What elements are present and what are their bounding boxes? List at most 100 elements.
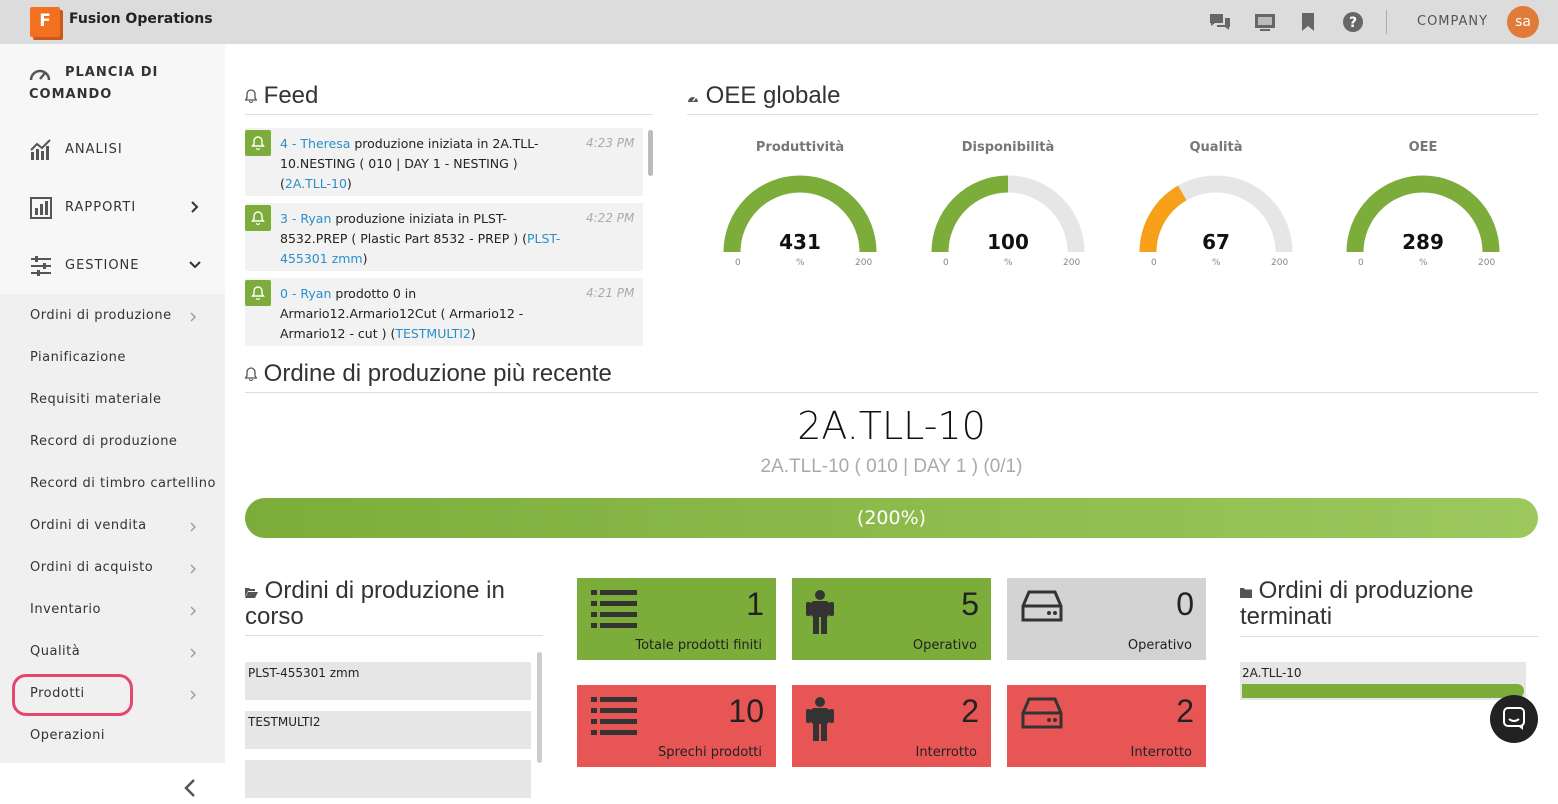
feed-time: 4:22 PM [586, 211, 635, 225]
finished-heading: Ordini di produzione terminati [1240, 578, 1540, 630]
stat-tile[interactable]: 0 Operativo [1007, 578, 1206, 660]
sidebar-item-label: PLANCIA DI COMANDO [29, 65, 159, 102]
sidebar-subitem-label: Ordini di vendita [30, 518, 147, 533]
sidebar-subitem[interactable]: Record di timbro cartellino [0, 466, 225, 502]
stat-tile-value: 5 [961, 586, 979, 622]
chevron-right-icon [190, 564, 196, 574]
svg-text:?: ? [1349, 15, 1357, 31]
sidebar-item-dashboard[interactable]: PLANCIA DI COMANDO [0, 44, 225, 114]
gauge-min: 0 [735, 258, 741, 268]
gauge-value: 431 [779, 230, 821, 254]
gauge-unit: % [796, 258, 805, 268]
recent-order-heading: Ordine di produzione più recente [244, 360, 612, 388]
feed-user-link[interactable]: 0 - Ryan [280, 286, 331, 301]
sidebar-subitem-label: Ordini di produzione [30, 308, 172, 323]
sidebar-subitem-label: Operazioni [30, 728, 106, 743]
divider [245, 392, 1538, 393]
gauge-min: 0 [1151, 258, 1157, 268]
sidebar-subitem[interactable]: Pianificazione [0, 340, 225, 376]
display-icon[interactable] [1254, 11, 1276, 33]
sidebar-item-label: ANALISI [65, 142, 123, 157]
sidebar-subitem[interactable]: Qualità [0, 634, 225, 670]
sidebar-subitem[interactable]: Record di produzione [0, 424, 225, 460]
chat-icon[interactable] [1209, 11, 1231, 33]
divider [245, 635, 543, 636]
stat-tile[interactable]: 5 Operativo [792, 578, 991, 660]
highlight-annotation [12, 674, 133, 716]
chevron-left-icon [184, 779, 195, 797]
sidebar-subitem-label: Requisiti materiale [30, 392, 162, 407]
top-bar: F Fusion Operations ? COMPANY sa [0, 0, 1558, 44]
feed-order-link[interactable]: TESTMULTI2 [395, 326, 471, 341]
gauge-label: Qualità [1189, 140, 1243, 155]
bookmark-icon[interactable] [1297, 11, 1319, 33]
chevron-right-icon [190, 648, 196, 658]
stat-tile-label: Interrotto [915, 745, 977, 760]
stat-tile[interactable]: 2 Interrotto [792, 685, 991, 767]
folder-icon [1240, 588, 1252, 598]
sidebar-subitem[interactable]: Ordini di acquisto [0, 550, 225, 586]
chat-launcher-button[interactable] [1490, 695, 1538, 743]
recent-order-number[interactable]: 2A.TLL-10 [245, 404, 1538, 448]
stat-tile[interactable]: 2 Interrotto [1007, 685, 1206, 767]
feed-item-text: 0 - Ryan prodotto 0 in Armario12.Armario… [280, 284, 570, 344]
feed-order-link[interactable]: 2A.TLL-10 [285, 176, 347, 191]
progress-label: (200%) [856, 507, 927, 529]
gauge-max: 200 [1063, 258, 1081, 268]
report-icon [30, 197, 52, 219]
gauge-value: 289 [1402, 230, 1444, 254]
feed-time: 4:21 PM [586, 286, 635, 300]
help-icon[interactable]: ? [1342, 11, 1364, 33]
stat-tile-label: Sprechi prodotti [658, 745, 762, 760]
sidebar-item-gestione[interactable]: GESTIONE [0, 246, 225, 286]
feed-user-link[interactable]: 4 - Theresa [280, 136, 350, 151]
feed-scrollbar[interactable] [648, 130, 653, 176]
feed-text: ) [346, 176, 352, 191]
sidebar-subitem[interactable]: Requisiti materiale [0, 382, 225, 418]
stat-tile-value: 2 [961, 693, 979, 729]
bell-icon [244, 367, 258, 381]
feed-time: 4:23 PM [586, 136, 635, 150]
bell-icon [245, 280, 271, 306]
feed-item: 4 - Theresa produzione iniziata in 2A.TL… [245, 128, 643, 196]
in-progress-order-label: PLST-455301 zmm [248, 666, 360, 680]
user-avatar[interactable]: sa [1507, 6, 1539, 38]
collapse-sidebar-button[interactable] [180, 776, 200, 800]
feed-item-text: 4 - Theresa produzione iniziata in 2A.TL… [280, 134, 570, 194]
stat-tile-label: Interrotto [1130, 745, 1192, 760]
stat-tile[interactable]: 1 Totale prodotti finiti [577, 578, 776, 660]
oee-title: OEE globale [705, 82, 841, 109]
finished-title: Ordini di produzione terminati [1240, 577, 1474, 630]
in-progress-title: Ordini di produzione in corso [245, 577, 505, 630]
chevron-right-icon [190, 690, 196, 700]
gauge-label: OEE [1408, 140, 1438, 155]
sidebar-subitem[interactable]: Ordini di produzione [0, 298, 225, 334]
stat-tile-label: Operativo [1127, 638, 1192, 653]
sidebar-subitem-label: Record di timbro cartellino [30, 476, 216, 491]
company-menu[interactable]: COMPANY [1417, 14, 1488, 29]
finished-order-progress [1242, 684, 1524, 698]
sidebar-item-rapporti[interactable]: RAPPORTI [0, 188, 225, 228]
sidebar-item-analisi[interactable]: ANALISI [0, 130, 225, 170]
oee-gauge: Qualità 67 0% 200 [1126, 140, 1306, 280]
app-logo[interactable]: F [30, 7, 60, 37]
sidebar-subitem-label: Record di produzione [30, 434, 178, 449]
gauge-unit: % [1419, 258, 1428, 268]
sidebar-subitem[interactable]: Operazioni [0, 718, 225, 754]
in-progress-scrollbar[interactable] [537, 652, 542, 763]
stat-tile[interactable]: 10 Sprechi prodotti [577, 685, 776, 767]
feed-user-link[interactable]: 3 - Ryan [280, 211, 331, 226]
oee-gauge: OEE 289 0% 200 [1333, 140, 1513, 280]
chevron-right-icon [190, 522, 196, 532]
header-divider [1386, 10, 1387, 34]
feed-list[interactable]: 4 - Theresa produzione iniziata in 2A.TL… [245, 128, 643, 348]
finished-order-item[interactable]: 2A.TLL-10 [1240, 662, 1526, 700]
in-progress-order-item[interactable]: PLST-455301 zmm [245, 662, 531, 700]
in-progress-order-item[interactable]: TESTMULTI2 [245, 711, 531, 749]
in-progress-order-item[interactable] [245, 760, 531, 798]
stat-tile-label: Totale prodotti finiti [635, 638, 762, 653]
sidebar-subitem-label: Inventario [30, 602, 101, 617]
sidebar-subitem[interactable]: Ordini di vendita [0, 508, 225, 544]
sidebar-subitem[interactable]: Inventario [0, 592, 225, 628]
in-progress-order-label: TESTMULTI2 [248, 715, 321, 729]
